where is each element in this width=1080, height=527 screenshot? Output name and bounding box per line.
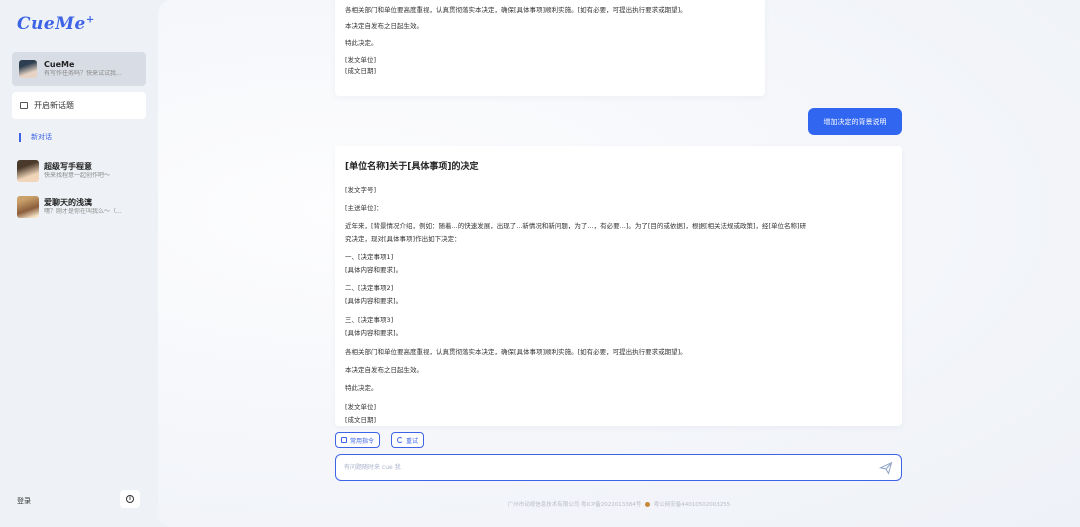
avatar bbox=[17, 196, 39, 218]
cueme-logo[interactable]: CueMe+ bbox=[17, 14, 95, 34]
chat-main: 各相关部门和单位要高度重视，认真贯彻落实本决定，确保[具体事项]顺利实施。[如有… bbox=[158, 0, 1080, 527]
message-input-box bbox=[335, 454, 902, 481]
common-commands-button[interactable]: 常用指令 bbox=[335, 432, 381, 448]
chat-item-name: CueMe bbox=[44, 60, 75, 69]
command-icon bbox=[341, 437, 347, 443]
new-topic-label: 开启新话题 bbox=[34, 101, 74, 110]
login-link[interactable]: 登录 bbox=[17, 496, 31, 506]
message-line: 一、[决定事项1] bbox=[345, 253, 394, 261]
new-topic-button[interactable]: 开启新话题 bbox=[12, 92, 146, 119]
message-input[interactable] bbox=[344, 461, 844, 473]
message-line: 本决定自发布之日起生效。 bbox=[345, 366, 423, 374]
chat-item-cueme[interactable]: CueMe 有写作任务吗？快来试试我... bbox=[12, 52, 146, 86]
message-line: 二、[决定事项2] bbox=[345, 284, 394, 292]
history-item-name: 超级写手程意 bbox=[44, 162, 92, 171]
chat-item-subtitle: 有写作任务吗？快来试试我... bbox=[44, 70, 122, 77]
new-conversation-item[interactable]: 新对话 bbox=[19, 132, 52, 142]
message-line: [主送单位]： bbox=[345, 204, 383, 212]
police-badge-icon bbox=[645, 502, 651, 507]
history-item-qianli[interactable]: 爱聊天的浅漓 嘿？刚才是你在叫我么～（... bbox=[17, 195, 147, 219]
message-line: [发文字号] bbox=[345, 186, 377, 194]
message-line: 各相关部门和单位要高度重视，认真贯彻落实本决定，确保[具体事项]顺利实施。[如有… bbox=[345, 348, 687, 356]
footer: 广州市动视信息技术有限公司 粤ICP备2022013384号 粤公网安备4401… bbox=[158, 500, 1080, 508]
message-line: 特此决定。 bbox=[345, 384, 378, 392]
message-line: 本决定自发布之日起生效。 bbox=[345, 22, 423, 30]
chat-bubble-icon bbox=[20, 102, 28, 109]
history-item-chengyi[interactable]: 超级写手程意 快来找程意一起创作吧～ bbox=[17, 159, 147, 183]
message-line: [发文单位] bbox=[345, 56, 377, 64]
message-line: 三、[决定事项3] bbox=[345, 316, 394, 324]
retry-button[interactable]: 重试 bbox=[391, 432, 425, 448]
message-title: [单位名称]关于[具体事项]的决定 bbox=[345, 162, 479, 172]
message-line: 近年来，[背景情况介绍，例如：随着...的快速发展，出现了...新情况和新问题，… bbox=[345, 222, 807, 230]
message-line: 究决定，现对[具体事项]作出如下决定： bbox=[345, 235, 461, 243]
avatar bbox=[19, 60, 37, 78]
message-line: [发文单位] bbox=[345, 403, 377, 411]
sidebar: CueMe+ CueMe 有写作任务吗？快来试试我... 开启新话题 新对话 超… bbox=[0, 0, 158, 527]
message-line: [具体内容和要求]。 bbox=[345, 297, 403, 305]
assistant-message: [单位名称]关于[具体事项]的决定 [发文字号] [主送单位]： 近年来，[背景… bbox=[335, 146, 902, 426]
message-line: 各相关部门和单位要高度重视，认真贯彻落实本决定，确保[具体事项]顺利实施。[如有… bbox=[345, 6, 687, 14]
info-icon: i bbox=[126, 495, 134, 503]
message-line: [成文日期] bbox=[345, 67, 377, 75]
user-message: 增加决定的背景说明 bbox=[808, 108, 902, 135]
info-button[interactable]: i bbox=[120, 490, 140, 508]
refresh-icon bbox=[397, 437, 403, 443]
history-item-subtitle: 嘿？刚才是你在叫我么～（... bbox=[44, 208, 122, 215]
send-icon[interactable] bbox=[879, 461, 893, 475]
message-line: [具体内容和要求]。 bbox=[345, 266, 403, 274]
history-item-subtitle: 快来找程意一起创作吧～ bbox=[44, 172, 111, 179]
retry-label: 重试 bbox=[406, 437, 419, 445]
active-indicator bbox=[19, 132, 21, 142]
police-link[interactable]: 粤公网安备44010502003255 bbox=[654, 502, 731, 508]
message-line: [具体内容和要求]。 bbox=[345, 329, 403, 337]
assistant-message-previous: 各相关部门和单位要高度重视，认真贯彻落实本决定，确保[具体事项]顺利实施。[如有… bbox=[335, 0, 765, 96]
common-commands-label: 常用指令 bbox=[350, 437, 375, 445]
message-line: [成文日期] bbox=[345, 416, 377, 424]
history-item-name: 爱聊天的浅漓 bbox=[44, 198, 92, 207]
icp-link[interactable]: 广州市动视信息技术有限公司 粤ICP备2022013384号 bbox=[508, 502, 642, 508]
message-line: 特此决定。 bbox=[345, 39, 378, 47]
avatar bbox=[17, 160, 39, 182]
new-conversation-label: 新对话 bbox=[31, 133, 52, 141]
